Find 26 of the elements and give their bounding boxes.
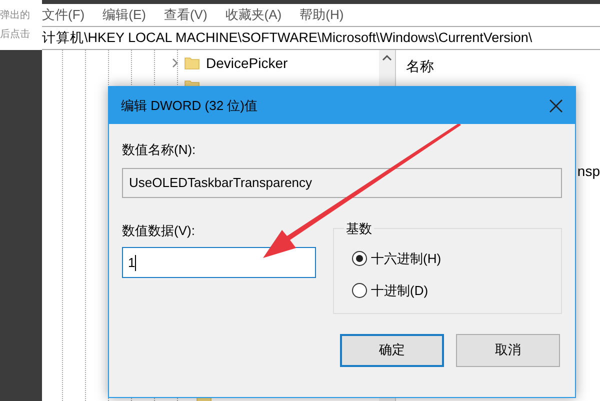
radio-icon[interactable] bbox=[352, 283, 367, 298]
field-label: 数值名称(N): bbox=[122, 141, 197, 159]
menu-item[interactable]: 编辑(E) bbox=[102, 5, 146, 25]
menu-item[interactable]: 文件(F) bbox=[42, 5, 85, 25]
column-header[interactable]: 名称 bbox=[406, 56, 600, 77]
radio-option[interactable]: 十六进制(H) bbox=[352, 248, 442, 268]
radio-option[interactable]: 十进制(D) bbox=[352, 281, 428, 300]
menu-item[interactable]: 帮助(H) bbox=[300, 5, 344, 25]
menu-item[interactable]: 收藏夹(A) bbox=[225, 5, 282, 25]
scroll-up-icon[interactable] bbox=[382, 54, 392, 62]
address-path[interactable]: 计算机\HKEY LOCAL MACHINE\SOFTWARE\Microsoft\Windows\CurrentVersion\ bbox=[42, 28, 532, 48]
radio-icon[interactable] bbox=[352, 250, 367, 266]
expand-caret-icon[interactable] bbox=[172, 58, 178, 68]
tree-item[interactable]: DevicePicker bbox=[206, 52, 288, 74]
dialog-title: 编辑 DWORD (32 位)值 bbox=[121, 96, 258, 115]
value-field[interactable]: 1 bbox=[122, 247, 316, 278]
list-cell-text: nsp bbox=[577, 162, 600, 181]
field-label: 数值数据(V): bbox=[122, 222, 196, 240]
dialog-button[interactable]: 确定 bbox=[340, 334, 444, 366]
page-text: 后点击 bbox=[0, 28, 31, 42]
menu-item[interactable]: 查看(V) bbox=[164, 5, 208, 25]
folder-icon bbox=[184, 55, 200, 71]
page-text: 弹出的 bbox=[0, 8, 31, 23]
name-field[interactable]: UseOLEDTaskbarTransparency bbox=[122, 168, 562, 198]
close-icon[interactable] bbox=[549, 98, 563, 112]
dialog-button[interactable]: 取消 bbox=[456, 334, 560, 366]
